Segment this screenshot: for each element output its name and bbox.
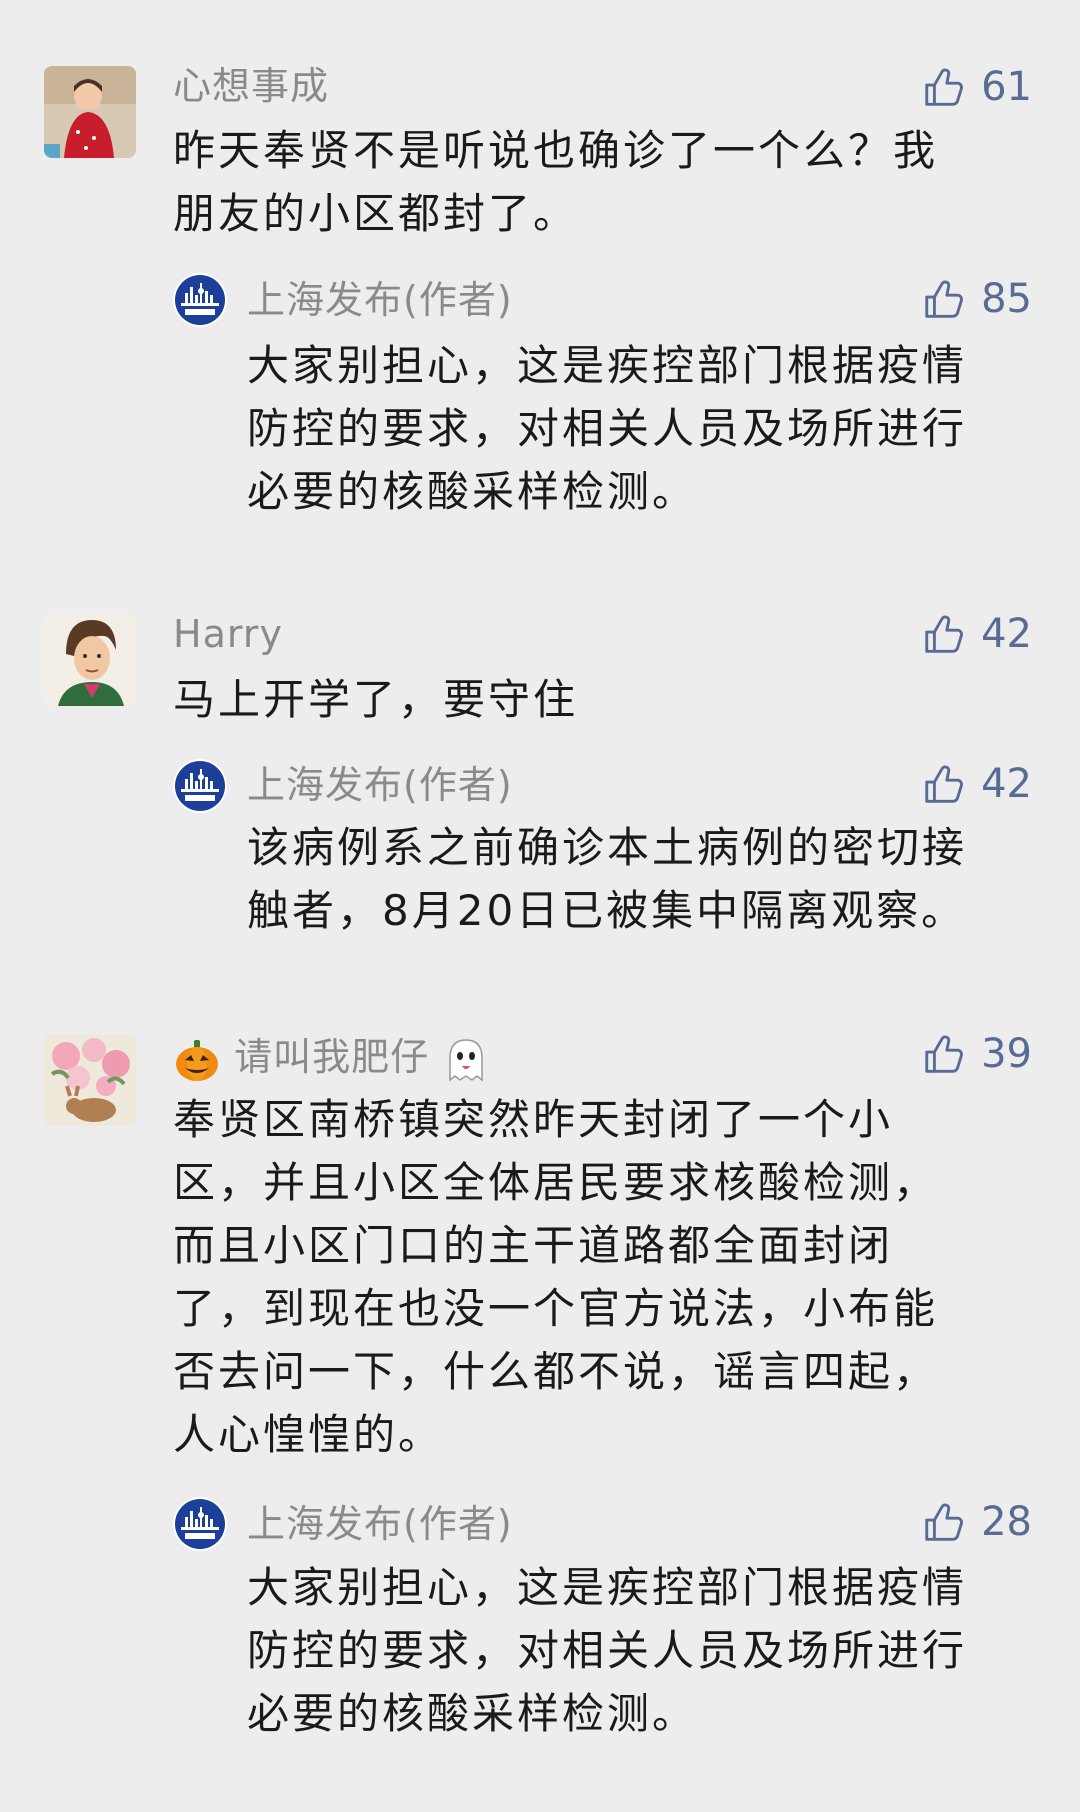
like-button[interactable]: 42 bbox=[921, 609, 1032, 659]
comment-text: 马上开学了，要守住 bbox=[173, 675, 579, 724]
shanghai-fabu-logo-icon bbox=[173, 1497, 227, 1551]
like-count: 42 bbox=[981, 761, 1032, 807]
like-button[interactable]: 42 bbox=[921, 759, 1032, 809]
reply-text: 大家别担心，这是疾控部门根据疫情 防控的要求，对相关人员及场所进行 必要的核酸采… bbox=[247, 341, 968, 516]
comment-list: 心想事成 61 昨天奉贤不是听说也确诊了一个么？我 朋友的小区都封了。 上海发布… bbox=[0, 0, 1080, 1812]
commenter-name[interactable]: 请叫我肥仔 bbox=[173, 1033, 490, 1084]
thumb-up-icon bbox=[921, 611, 967, 657]
reply-text: 大家别担心，这是疾控部门根据疫情 防控的要求，对相关人员及场所进行 必要的核酸采… bbox=[247, 1563, 968, 1738]
avatar[interactable] bbox=[44, 66, 136, 158]
like-button[interactable]: 28 bbox=[921, 1497, 1032, 1547]
like-count: 85 bbox=[981, 276, 1032, 322]
reply-text: 该病例系之前确诊本土病例的密切接 触者，8月20日已被集中隔离观察。 bbox=[247, 823, 968, 935]
thumb-up-icon bbox=[921, 64, 967, 110]
comment-text: 昨天奉贤不是听说也确诊了一个么？我 朋友的小区都封了。 bbox=[173, 126, 939, 238]
thumb-up-icon bbox=[921, 276, 967, 322]
ghost-emoji-icon bbox=[449, 1038, 483, 1082]
author-avatar[interactable] bbox=[173, 273, 227, 327]
author-name[interactable]: 上海发布(作者) bbox=[247, 761, 513, 809]
like-count: 42 bbox=[981, 611, 1032, 657]
commenter-name[interactable]: 心想事成 bbox=[173, 62, 329, 110]
like-count: 61 bbox=[981, 64, 1032, 110]
thumb-up-icon bbox=[921, 1031, 967, 1077]
thumb-up-icon bbox=[921, 1499, 967, 1545]
pumpkin-emoji-icon bbox=[176, 1039, 218, 1081]
like-button[interactable]: 61 bbox=[921, 62, 1032, 112]
avatar[interactable] bbox=[44, 1034, 136, 1126]
author-avatar[interactable] bbox=[173, 759, 227, 813]
shanghai-fabu-logo-icon bbox=[173, 273, 227, 327]
comment-text: 奉贤区南桥镇突然昨天封闭了一个小 区，并且小区全体居民要求核酸检测， 而且小区门… bbox=[173, 1095, 939, 1459]
author-name[interactable]: 上海发布(作者) bbox=[247, 1500, 513, 1548]
author-avatar[interactable] bbox=[173, 1497, 227, 1551]
like-count: 28 bbox=[981, 1499, 1032, 1545]
commenter-name[interactable]: Harry bbox=[173, 610, 283, 658]
thumb-up-icon bbox=[921, 761, 967, 807]
author-name[interactable]: 上海发布(作者) bbox=[247, 276, 513, 324]
like-button[interactable]: 85 bbox=[921, 274, 1032, 324]
like-button[interactable]: 39 bbox=[921, 1029, 1032, 1079]
avatar[interactable] bbox=[44, 614, 136, 706]
shanghai-fabu-logo-icon bbox=[173, 759, 227, 813]
like-count: 39 bbox=[981, 1031, 1032, 1077]
